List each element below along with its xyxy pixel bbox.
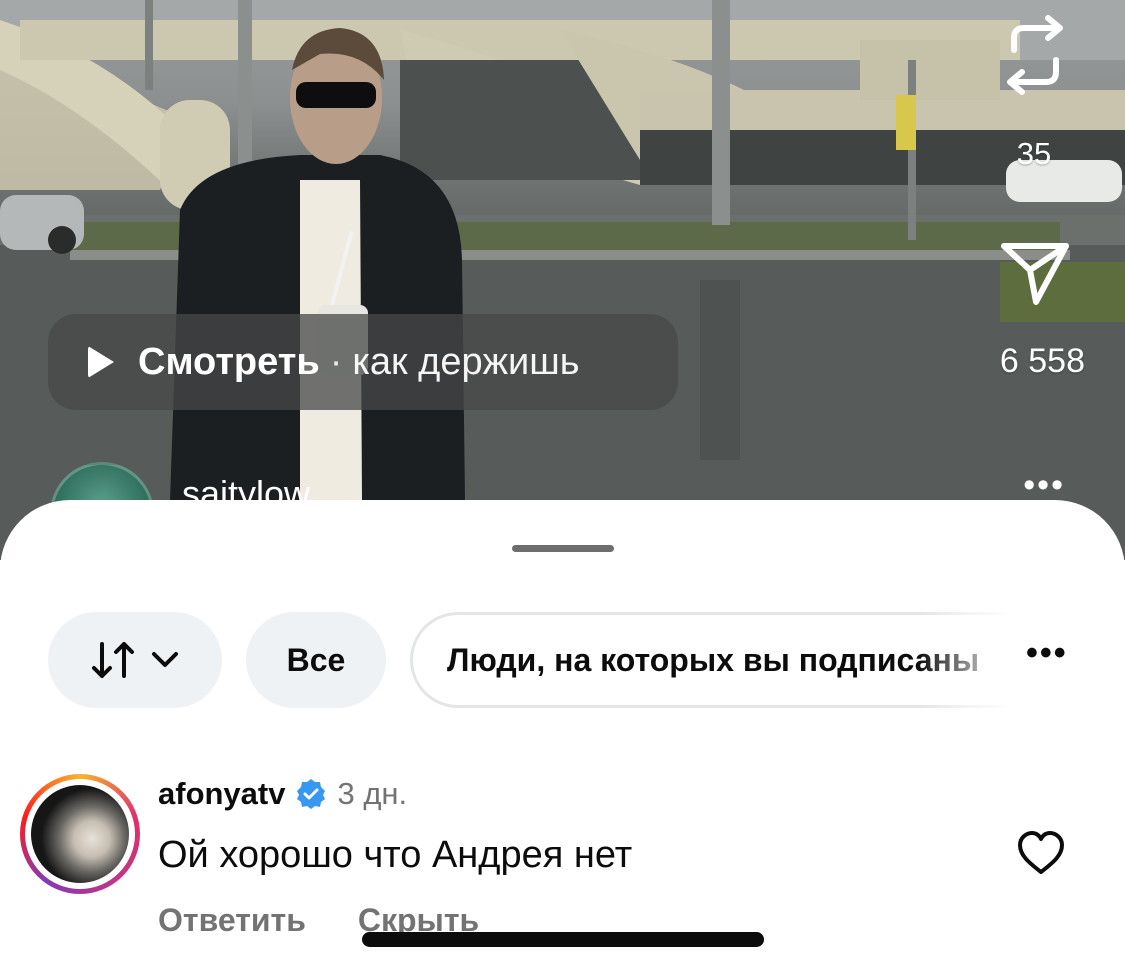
sort-icon: [92, 642, 134, 678]
watch-separator: ·: [329, 340, 343, 383]
play-icon: [88, 346, 114, 378]
reel-video[interactable]: 35 6 558 Смотреть · как держишь saitylow…: [0, 0, 1125, 560]
comment-filters: Все Люди, на которых вы подписаны •••: [48, 612, 1125, 708]
verified-icon: [297, 779, 326, 809]
chevron-down-icon: [152, 652, 178, 667]
avatar[interactable]: [20, 774, 140, 894]
repost-button[interactable]: [1000, 10, 1070, 100]
filter-all-chip[interactable]: Все: [246, 612, 386, 708]
audio-title[interactable]: как держишь: [352, 341, 579, 384]
comments-sheet: Все Люди, на которых вы подписаны ••• af…: [0, 500, 1125, 971]
send-count: 6 558: [999, 342, 1085, 380]
heart-icon[interactable]: [1016, 830, 1066, 876]
chip-fade: [918, 612, 1028, 708]
repost-icon: [1007, 15, 1063, 95]
home-indicator[interactable]: [362, 932, 764, 947]
comment-username[interactable]: afonyatv: [158, 776, 285, 812]
sheet-grabber[interactable]: [512, 545, 614, 552]
reply-button[interactable]: Ответить: [158, 902, 306, 939]
send-button[interactable]: [1000, 240, 1070, 306]
comment-header: afonyatv 3 дн.: [158, 776, 407, 812]
more-options-icon[interactable]: •••: [1026, 634, 1068, 673]
watch-label: Смотреть: [138, 340, 320, 383]
send-icon: [1001, 243, 1069, 305]
watch-reel-button[interactable]: Смотреть · как держишь: [48, 314, 678, 410]
sort-button[interactable]: [48, 612, 222, 708]
avatar-image: [31, 785, 129, 883]
comment-timestamp: 3 дн.: [337, 776, 408, 811]
comment-text: Ой хорошо что Андрея нет: [158, 834, 633, 876]
repost-count: 35: [1016, 136, 1052, 171]
